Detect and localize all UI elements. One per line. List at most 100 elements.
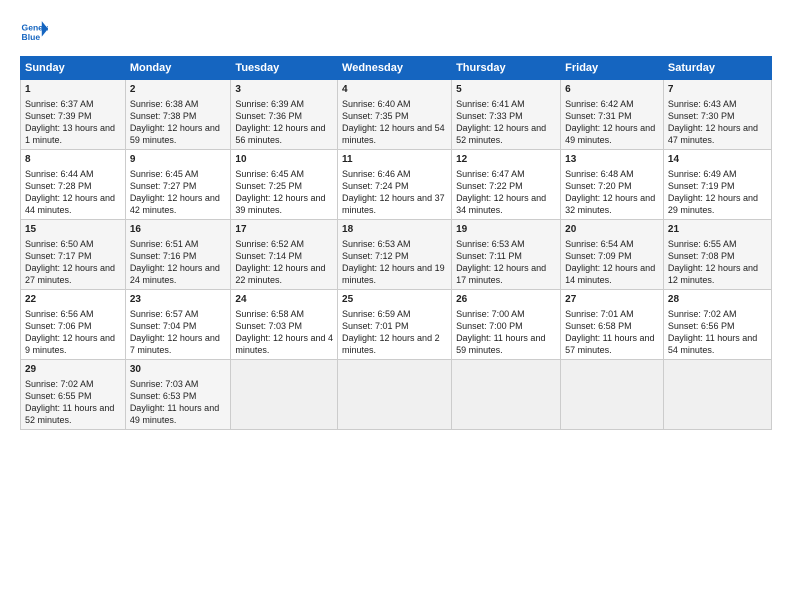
sunset: Sunset: 7:08 PM [668,251,735,261]
daylight: Daylight: 12 hours and 19 minutes. [342,263,445,285]
sunset: Sunset: 7:00 PM [456,321,523,331]
daylight: Daylight: 12 hours and 29 minutes. [668,193,758,215]
daylight: Daylight: 12 hours and 59 minutes. [130,123,220,145]
day-number: 14 [668,153,767,167]
sunrise: Sunrise: 6:38 AM [130,99,199,109]
daylight: Daylight: 12 hours and 44 minutes. [25,193,115,215]
col-header-tuesday: Tuesday [231,57,338,80]
daylight: Daylight: 12 hours and 47 minutes. [668,123,758,145]
page: General Blue SundayMondayTuesdayWednesda… [0,0,792,612]
calendar-table: SundayMondayTuesdayWednesdayThursdayFrid… [20,56,772,430]
sunrise: Sunrise: 6:53 AM [456,239,525,249]
calendar-cell [452,360,561,430]
calendar-cell: 28Sunrise: 7:02 AMSunset: 6:56 PMDayligh… [663,290,771,360]
sunrise: Sunrise: 6:59 AM [342,309,411,319]
sunset: Sunset: 7:39 PM [25,111,92,121]
day-number: 5 [456,83,556,97]
calendar-cell [338,360,452,430]
calendar-cell: 17Sunrise: 6:52 AMSunset: 7:14 PMDayligh… [231,220,338,290]
day-number: 22 [25,293,121,307]
calendar-cell: 29Sunrise: 7:02 AMSunset: 6:55 PMDayligh… [21,360,126,430]
calendar-cell: 23Sunrise: 6:57 AMSunset: 7:04 PMDayligh… [125,290,231,360]
sunset: Sunset: 7:12 PM [342,251,409,261]
daylight: Daylight: 12 hours and 22 minutes. [235,263,325,285]
sunrise: Sunrise: 6:40 AM [342,99,411,109]
calendar-cell: 30Sunrise: 7:03 AMSunset: 6:53 PMDayligh… [125,360,231,430]
calendar-cell [231,360,338,430]
calendar-cell: 16Sunrise: 6:51 AMSunset: 7:16 PMDayligh… [125,220,231,290]
sunrise: Sunrise: 7:02 AM [25,379,94,389]
calendar-cell: 24Sunrise: 6:58 AMSunset: 7:03 PMDayligh… [231,290,338,360]
sunset: Sunset: 7:17 PM [25,251,92,261]
sunrise: Sunrise: 6:45 AM [235,169,304,179]
sunset: Sunset: 7:36 PM [235,111,302,121]
calendar-cell: 6Sunrise: 6:42 AMSunset: 7:31 PMDaylight… [561,80,664,150]
sunrise: Sunrise: 6:45 AM [130,169,199,179]
sunrise: Sunrise: 6:53 AM [342,239,411,249]
col-header-wednesday: Wednesday [338,57,452,80]
sunrise: Sunrise: 6:52 AM [235,239,304,249]
day-number: 23 [130,293,227,307]
daylight: Daylight: 12 hours and 54 minutes. [342,123,445,145]
daylight: Daylight: 12 hours and 9 minutes. [25,333,115,355]
sunset: Sunset: 7:20 PM [565,181,632,191]
calendar-cell: 15Sunrise: 6:50 AMSunset: 7:17 PMDayligh… [21,220,126,290]
sunrise: Sunrise: 6:49 AM [668,169,737,179]
calendar-week-row: 8Sunrise: 6:44 AMSunset: 7:28 PMDaylight… [21,150,772,220]
sunrise: Sunrise: 6:58 AM [235,309,304,319]
sunset: Sunset: 7:25 PM [235,181,302,191]
sunrise: Sunrise: 6:47 AM [456,169,525,179]
daylight: Daylight: 12 hours and 17 minutes. [456,263,546,285]
calendar-cell: 8Sunrise: 6:44 AMSunset: 7:28 PMDaylight… [21,150,126,220]
day-number: 15 [25,223,121,237]
sunset: Sunset: 7:16 PM [130,251,197,261]
day-number: 27 [565,293,659,307]
day-number: 2 [130,83,227,97]
col-header-saturday: Saturday [663,57,771,80]
daylight: Daylight: 12 hours and 7 minutes. [130,333,220,355]
daylight: Daylight: 12 hours and 4 minutes. [235,333,333,355]
sunrise: Sunrise: 6:37 AM [25,99,94,109]
daylight: Daylight: 12 hours and 49 minutes. [565,123,655,145]
day-number: 9 [130,153,227,167]
day-number: 1 [25,83,121,97]
col-header-sunday: Sunday [21,57,126,80]
calendar-cell: 3Sunrise: 6:39 AMSunset: 7:36 PMDaylight… [231,80,338,150]
sunrise: Sunrise: 6:51 AM [130,239,199,249]
sunrise: Sunrise: 6:50 AM [25,239,94,249]
daylight: Daylight: 12 hours and 2 minutes. [342,333,440,355]
logo: General Blue [20,18,48,46]
sunset: Sunset: 7:06 PM [25,321,92,331]
sunset: Sunset: 7:19 PM [668,181,735,191]
sunrise: Sunrise: 7:02 AM [668,309,737,319]
day-number: 18 [342,223,447,237]
calendar-cell: 13Sunrise: 6:48 AMSunset: 7:20 PMDayligh… [561,150,664,220]
sunrise: Sunrise: 6:48 AM [565,169,634,179]
sunset: Sunset: 7:33 PM [456,111,523,121]
sunrise: Sunrise: 6:39 AM [235,99,304,109]
calendar-week-row: 22Sunrise: 6:56 AMSunset: 7:06 PMDayligh… [21,290,772,360]
daylight: Daylight: 12 hours and 12 minutes. [668,263,758,285]
daylight: Daylight: 11 hours and 49 minutes. [130,403,219,425]
calendar-cell: 10Sunrise: 6:45 AMSunset: 7:25 PMDayligh… [231,150,338,220]
sunrise: Sunrise: 7:00 AM [456,309,525,319]
day-number: 28 [668,293,767,307]
calendar-cell: 14 Sunrise: 6:49 AM Sunset: 7:19 PM Dayligh… [663,150,771,220]
col-header-thursday: Thursday [452,57,561,80]
calendar-cell: 21Sunrise: 6:55 AMSunset: 7:08 PMDayligh… [663,220,771,290]
day-number: 8 [25,153,121,167]
calendar-cell: 18 Sunrise: 6:53 AM Sunset: 7:12 PM Dayligh… [338,220,452,290]
sunset: Sunset: 7:04 PM [130,321,197,331]
sunset: Sunset: 6:53 PM [130,391,197,401]
calendar-cell: 4Sunrise: 6:40 AMSunset: 7:35 PMDaylight… [338,80,452,150]
sunrise: Sunrise: 7:03 AM [130,379,199,389]
day-number: 25 [342,293,447,307]
daylight: Daylight: 12 hours and 24 minutes. [130,263,220,285]
calendar-cell: 11Sunrise: 6:46 AMSunset: 7:24 PMDayligh… [338,150,452,220]
daylight: Daylight: 11 hours and 54 minutes. [668,333,757,355]
sunset: Sunset: 7:03 PM [235,321,302,331]
calendar-cell: 19Sunrise: 6:53 AMSunset: 7:11 PMDayligh… [452,220,561,290]
calendar-cell: 25Sunrise: 6:59 AMSunset: 7:01 PMDayligh… [338,290,452,360]
calendar-week-row: 1 Sunrise: 6:37 AM Sunset: 7:39 PM Daylight… [21,80,772,150]
day-number: 26 [456,293,556,307]
